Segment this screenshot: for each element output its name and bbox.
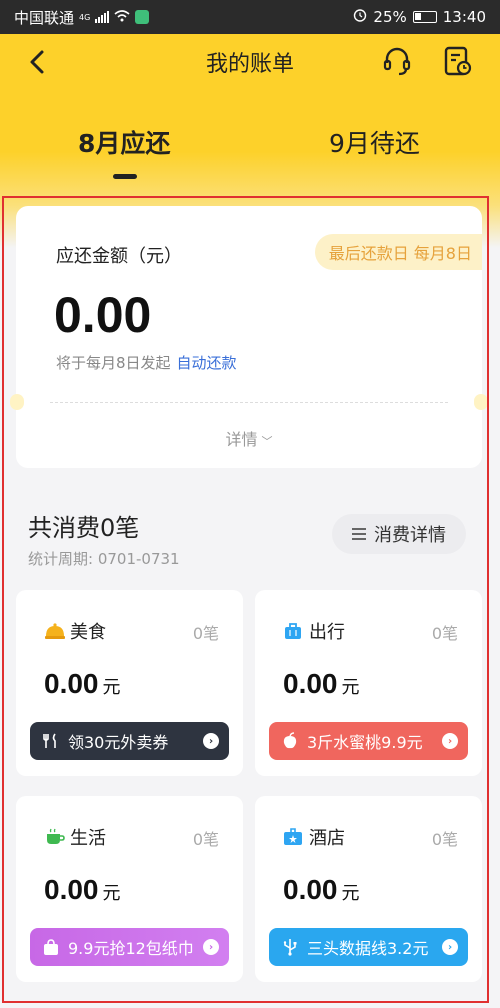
alarm-icon [353,8,367,26]
promo-banner-food[interactable]: 领30元外卖券 › [30,722,229,760]
promo-text: 三头数据线3.2元 [307,939,429,958]
battery-icon [412,11,437,23]
app-notification-icon [135,10,150,24]
category-name: 美食 [70,622,106,643]
network-label: 4G [79,12,91,22]
category-name: 生活 [70,828,106,849]
category-count: 0笔 [431,830,458,849]
month-tabs: 8月应还 9月待还 [0,124,500,184]
tab-august-due[interactable]: 8月应还 [78,124,170,160]
category-amount: 0.00 元 [283,874,360,906]
amount-due-value: 0.00 [54,287,152,343]
customer-service-button[interactable] [380,44,414,78]
auto-repay-link[interactable]: 自动还款 [177,354,237,372]
usb-icon [281,938,299,956]
promo-text: 领30元外卖券 [68,733,169,752]
category-amount: 0.00 元 [44,874,121,906]
category-card-living[interactable]: 生活 0笔 0.00 元 9.9元抢12包纸巾 › [16,796,243,982]
category-amount-value: 0.00 [283,668,338,699]
category-card-travel[interactable]: 出行 0笔 0.00 元 3斤水蜜桃9.9元 › [255,590,482,776]
bill-clock-icon [444,46,472,76]
due-date-badge: 最后还款日 每月8日 [314,234,482,270]
signal-icon [95,11,110,23]
statistics-period: 统计周期: 0701-0731 [28,550,180,568]
status-bar: 中国联通 4G 25% 13:40 [0,0,500,34]
promo-text: 9.9元抢12包纸巾 [68,939,194,958]
tab-september-pending[interactable]: 9月待还 [329,124,420,160]
battery-percent: 25% [373,8,407,26]
promo-banner-hotel[interactable]: 三头数据线3.2元 › [269,928,468,966]
details-label: 详情 [225,430,258,449]
fork-knife-icon [42,732,60,750]
top-nav: 我的账单 [0,34,500,90]
auto-repay-text: 将于每月8日发起 [56,354,171,372]
card-notch-left [10,394,24,410]
arrow-right-icon: › [203,733,219,749]
details-button[interactable]: 详情 ﹀ [16,426,482,450]
hotel-icon [283,828,303,846]
clock-time: 13:40 [442,8,486,26]
carrier-label: 中国联通 [14,8,75,27]
category-amount-unit: 元 [102,883,121,903]
category-amount-value: 0.00 [44,668,99,699]
arrow-right-icon: › [442,733,458,749]
list-icon [352,528,366,540]
promo-banner-living[interactable]: 9.9元抢12包纸巾 › [30,928,229,966]
category-amount-unit: 元 [341,677,360,697]
wifi-icon [114,8,130,26]
category-amount: 0.00 元 [283,668,360,700]
page-title: 我的账单 [205,52,294,77]
category-name: 出行 [309,622,345,643]
card-notch-right [474,394,488,410]
promo-banner-travel[interactable]: 3斤水蜜桃9.9元 › [269,722,468,760]
consumption-details-label: 消费详情 [374,525,446,546]
category-count: 0笔 [192,624,219,643]
amount-due-label: 应还金额（元） [56,246,182,267]
category-card-hotel[interactable]: 酒店 0笔 0.00 元 三头数据线3.2元 › [255,796,482,982]
active-tab-indicator [113,174,137,179]
category-name: 酒店 [309,828,345,849]
arrow-right-icon: › [442,939,458,955]
food-icon [44,622,65,640]
category-amount-unit: 元 [341,883,360,903]
luggage-icon [283,622,303,640]
peach-icon [281,732,299,750]
category-amount-unit: 元 [102,677,121,697]
back-arrow-icon [30,50,44,74]
category-amount: 0.00 元 [44,668,121,700]
chevron-down-icon: ﹀ [261,435,273,448]
consumption-title: 共消费0笔 [28,514,140,542]
category-amount-value: 0.00 [44,874,99,905]
category-count: 0笔 [192,830,219,849]
auto-repay-note: 将于每月8日发起 自动还款 [56,352,237,373]
bill-history-button[interactable] [440,44,474,78]
category-card-food[interactable]: 美食 0笔 0.00 元 领30元外卖券 › [16,590,243,776]
promo-text: 3斤水蜜桃9.9元 [307,733,423,752]
category-amount-value: 0.00 [283,874,338,905]
back-button[interactable] [22,46,54,78]
repayment-summary-card: 应还金额（元） 最后还款日 每月8日 0.00 将于每月8日发起 自动还款 详情 ﹀ [10,206,488,468]
headset-icon [383,47,411,76]
bag-icon [42,938,60,956]
category-count: 0笔 [431,624,458,643]
consumption-details-button[interactable]: 消费详情 [332,514,466,554]
arrow-right-icon: › [203,939,219,955]
cup-icon [44,828,65,846]
dashed-divider [50,402,448,403]
